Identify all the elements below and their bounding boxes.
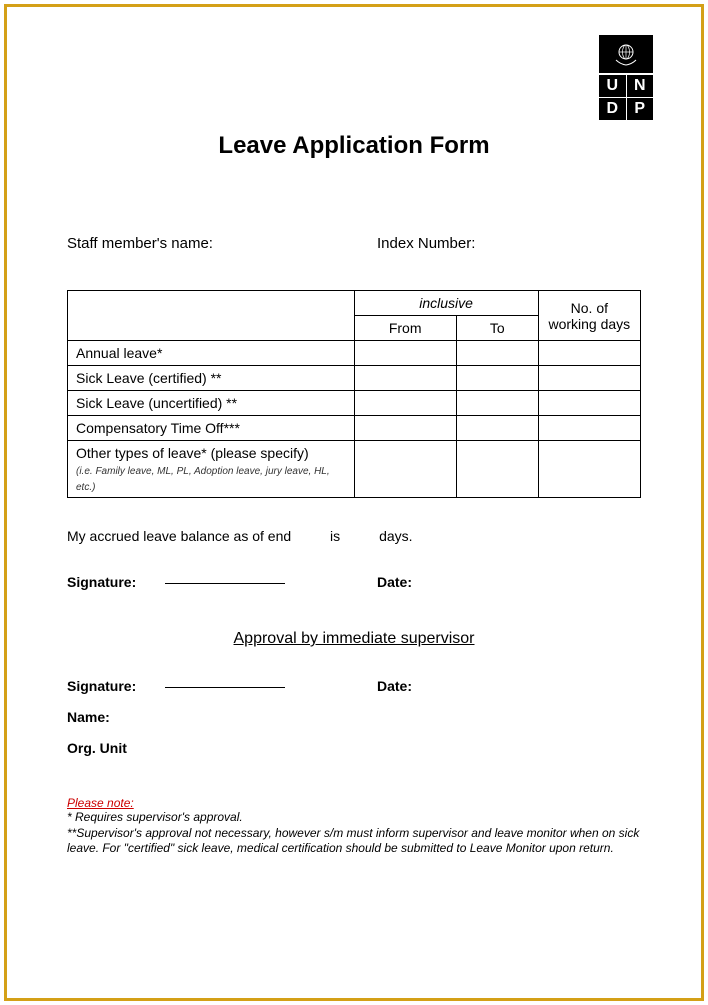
cell-to[interactable] (456, 441, 538, 498)
index-number-label: Index Number: (377, 235, 641, 252)
cell-to[interactable] (456, 341, 538, 366)
staff-fields-row: Staff member's name: Index Number: (67, 235, 641, 252)
header-to: To (456, 316, 538, 341)
table-header-row-1: inclusive No. of working days (68, 291, 641, 316)
row-cto: Compensatory Time Off*** (68, 416, 355, 441)
note-title: Please note: (67, 796, 641, 810)
leave-table: inclusive No. of working days From To An… (67, 290, 641, 498)
supervisor-signature-row: Signature: Date: (67, 678, 641, 694)
table-row: Annual leave* (68, 341, 641, 366)
cell-from[interactable] (354, 341, 456, 366)
row-sick-cert: Sick Leave (certified) ** (68, 366, 355, 391)
org-unit-label: Org. Unit (67, 740, 641, 756)
row-annual: Annual leave* (68, 341, 355, 366)
logo-letter: N (627, 75, 654, 97)
cell-to[interactable] (456, 416, 538, 441)
approval-heading: Approval by immediate supervisor (67, 630, 641, 648)
undp-letters: U N D P (599, 75, 653, 120)
cell-to[interactable] (456, 366, 538, 391)
balance-statement: My accrued leave balance as of end is da… (67, 528, 641, 544)
cell-from[interactable] (354, 441, 456, 498)
cell-days[interactable] (538, 341, 640, 366)
cell-days[interactable] (538, 416, 640, 441)
header-blank (68, 291, 355, 341)
other-sublabel: (i.e. Family leave, ML, PL, Adoption lea… (76, 466, 330, 493)
row-other: Other types of leave* (please specify) (… (68, 441, 355, 498)
cell-days[interactable] (538, 366, 640, 391)
logo-letter: U (599, 75, 626, 97)
cell-from[interactable] (354, 416, 456, 441)
note-section: Please note: * Requires supervisor's app… (67, 796, 641, 857)
signature-label: Signature: (67, 678, 136, 694)
date-label: Date: (377, 678, 412, 694)
globe-laurel-icon (612, 40, 640, 68)
other-label: Other types of leave* (please specify) (76, 445, 309, 461)
cell-days[interactable] (538, 391, 640, 416)
logo-letter: D (599, 98, 626, 120)
balance-suffix: days. (379, 528, 412, 544)
form-page: U N D P Leave Application Form Staff mem… (4, 4, 704, 1001)
header-days: No. of working days (538, 291, 640, 341)
cell-days[interactable] (538, 441, 640, 498)
undp-logo: U N D P (599, 35, 653, 120)
signature-label: Signature: (67, 574, 136, 590)
row-sick-uncert: Sick Leave (uncertified) ** (68, 391, 355, 416)
note-line-2: **Supervisor's approval not necessary, h… (67, 826, 641, 857)
note-line-1: * Requires supervisor's approval. (67, 810, 641, 826)
date-label: Date: (377, 574, 412, 590)
un-emblem-icon (599, 35, 653, 73)
staff-name-label: Staff member's name: (67, 235, 377, 252)
signature-row: Signature: Date: (67, 574, 641, 590)
signature-line[interactable] (165, 583, 285, 584)
signature-line[interactable] (165, 687, 285, 688)
header-inclusive: inclusive (354, 291, 538, 316)
balance-prefix: My accrued leave balance as of end (67, 528, 291, 544)
table-row: Sick Leave (uncertified) ** (68, 391, 641, 416)
table-row: Compensatory Time Off*** (68, 416, 641, 441)
header-from: From (354, 316, 456, 341)
table-row: Other types of leave* (please specify) (… (68, 441, 641, 498)
form-title: Leave Application Form (67, 132, 641, 160)
name-label: Name: (67, 709, 641, 725)
balance-mid: is (330, 528, 340, 544)
logo-letter: P (627, 98, 654, 120)
table-row: Sick Leave (certified) ** (68, 366, 641, 391)
cell-from[interactable] (354, 366, 456, 391)
cell-to[interactable] (456, 391, 538, 416)
cell-from[interactable] (354, 391, 456, 416)
